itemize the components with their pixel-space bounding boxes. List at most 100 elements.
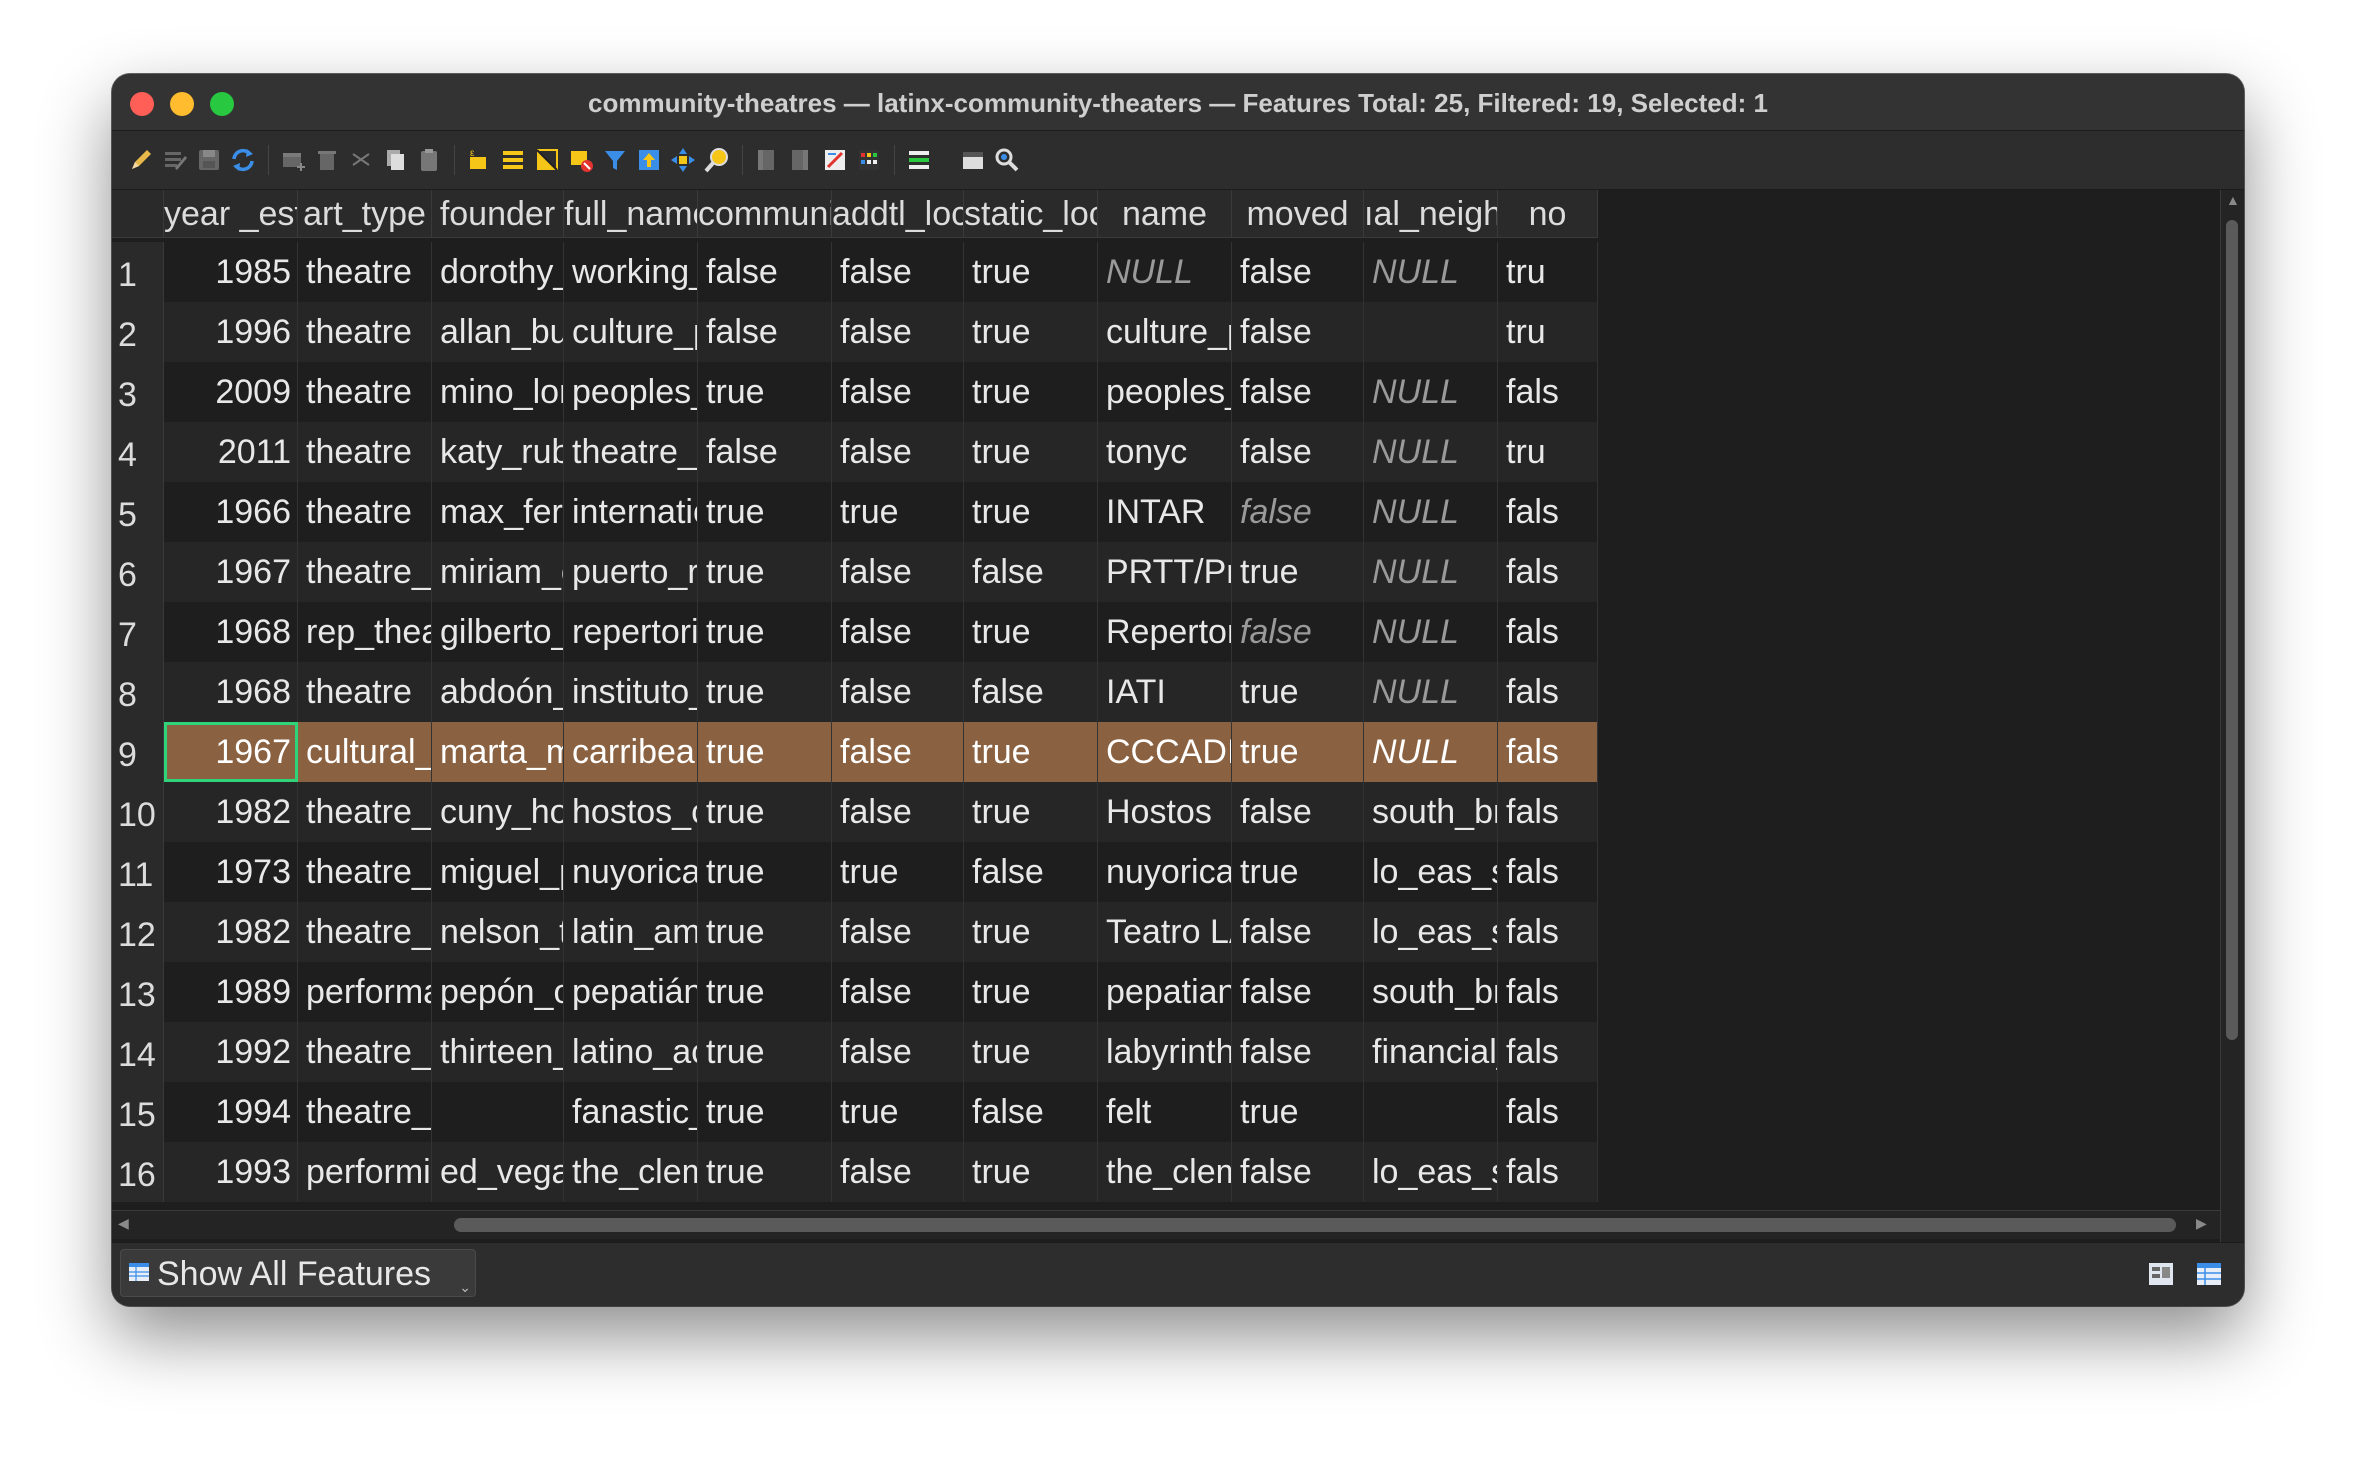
column-header[interactable]: name (1098, 190, 1232, 238)
table-cell-al-neighbor[interactable]: south_br... (1364, 782, 1498, 842)
table-cell-addtl-locs[interactable]: false (832, 302, 964, 362)
table-cell-al-neighbor[interactable]: NULL (1364, 602, 1498, 662)
row-number[interactable]: 7 (112, 602, 164, 662)
table-cell-moved[interactable]: true (1232, 842, 1364, 902)
table-cell-moved[interactable]: false (1232, 242, 1364, 302)
table-cell-no[interactable]: fals (1498, 482, 1598, 542)
row-number[interactable]: 16 (112, 1142, 164, 1202)
table-cell-year-est[interactable]: 2011 (164, 422, 298, 482)
table-cell-year-est[interactable]: 1992 (164, 1022, 298, 1082)
table-cell-moved[interactable]: true (1232, 662, 1364, 722)
dock-icon[interactable] (958, 145, 988, 175)
row-number[interactable]: 9 (112, 722, 164, 782)
table-cell-community[interactable]: false (698, 242, 832, 302)
table-cell-full-name[interactable]: peoples_... (564, 362, 698, 422)
table-cell-no[interactable]: fals (1498, 542, 1598, 602)
table-cell-moved[interactable]: true (1232, 722, 1364, 782)
table-cell-art-type[interactable]: theatre (298, 422, 432, 482)
table-cell-year-est[interactable]: 1985 (164, 242, 298, 302)
table-cell-no[interactable]: fals (1498, 1142, 1598, 1202)
row-number[interactable]: 2 (112, 302, 164, 362)
invert-selection-icon[interactable] (532, 145, 562, 175)
field-calculator-icon[interactable] (820, 145, 850, 175)
column-header[interactable]: year _est (164, 190, 298, 238)
table-cell-full-name[interactable]: theatre_o... (564, 422, 698, 482)
row-number[interactable]: 12 (112, 902, 164, 962)
table-cell-founder[interactable] (432, 1082, 564, 1142)
scroll-up-icon[interactable]: ▲ (2226, 192, 2240, 208)
table-cell-name[interactable]: Hostos (1098, 782, 1232, 842)
table-cell-static-loc[interactable]: true (964, 422, 1098, 482)
table-cell-founder[interactable]: max_ferrá (432, 482, 564, 542)
table-cell-moved[interactable]: false (1232, 1022, 1364, 1082)
table-cell-year-est[interactable]: 1968 (164, 602, 298, 662)
table-cell-al-neighbor[interactable]: NULL (1364, 482, 1498, 542)
scroll-left-icon[interactable]: ◀ (118, 1215, 129, 1232)
table-cell-art-type[interactable]: performa... (298, 962, 432, 1022)
table-cell-year-est[interactable]: 2009 (164, 362, 298, 422)
table-cell-founder[interactable]: gilberto_z... (432, 602, 564, 662)
table-cell-static-loc[interactable]: true (964, 1142, 1098, 1202)
table-cell-static-loc[interactable]: true (964, 782, 1098, 842)
table-cell-art-type[interactable]: theatre (298, 302, 432, 362)
table-cell-year-est[interactable]: 1982 (164, 782, 298, 842)
table-cell-al-neighbor[interactable]: NULL (1364, 242, 1498, 302)
row-number[interactable]: 8 (112, 662, 164, 722)
table-cell-name[interactable]: CCCADI (1098, 722, 1232, 782)
table-cell-full-name[interactable]: fanastic_... (564, 1082, 698, 1142)
table-cell-name[interactable]: PRTT/Pre... (1098, 542, 1232, 602)
table-cell-community[interactable]: true (698, 782, 832, 842)
table-cell-no[interactable]: tru (1498, 302, 1598, 362)
table-cell-static-loc[interactable]: true (964, 962, 1098, 1022)
table-cell-moved[interactable]: false (1232, 602, 1364, 662)
table-cell-name[interactable]: felt (1098, 1082, 1232, 1142)
vertical-scroll-thumb[interactable] (2226, 220, 2238, 1040)
table-cell-name[interactable]: labyrinth... (1098, 1022, 1232, 1082)
table-cell-no[interactable]: fals (1498, 722, 1598, 782)
cut-icon[interactable] (346, 145, 376, 175)
table-row[interactable]: 1992theatre_labthirteen_...latino_act...… (164, 1022, 1598, 1082)
deselect-all-icon[interactable] (566, 145, 596, 175)
table-cell-addtl-locs[interactable]: false (832, 362, 964, 422)
table-cell-name[interactable]: IATI (1098, 662, 1232, 722)
table-cell-community[interactable]: true (698, 1142, 832, 1202)
table-cell-addtl-locs[interactable]: false (832, 962, 964, 1022)
table-cell-full-name[interactable]: hostos_c... (564, 782, 698, 842)
table-row[interactable]: 1989performa...pepón_o...pepatián...true… (164, 962, 1598, 1022)
column-header[interactable]: static_loc (964, 190, 1098, 238)
table-cell-community[interactable]: true (698, 362, 832, 422)
table-cell-full-name[interactable]: pepatián... (564, 962, 698, 1022)
table-cell-full-name[interactable]: culture_p... (564, 302, 698, 362)
table-cell-al-neighbor[interactable]: NULL (1364, 362, 1498, 422)
horizontal-scrollbar[interactable]: ◀ ▶ (112, 1210, 2220, 1239)
table-cell-community[interactable]: true (698, 902, 832, 962)
table-cell-no[interactable]: fals (1498, 662, 1598, 722)
table-row[interactable]: 1967theatre_t...miriam_c...puerto_ri...t… (164, 542, 1598, 602)
table-cell-name[interactable]: Teatro LA... (1098, 902, 1232, 962)
table-cell-addtl-locs[interactable]: false (832, 422, 964, 482)
table-cell-founder[interactable]: katy_rubin (432, 422, 564, 482)
table-cell-community[interactable]: true (698, 602, 832, 662)
select-by-expression-icon[interactable]: ε (464, 145, 494, 175)
table-cell-al-neighbor[interactable] (1364, 1082, 1498, 1142)
table-cell-moved[interactable]: false (1232, 962, 1364, 1022)
table-cell-al-neighbor[interactable]: lo_eas_si (1364, 842, 1498, 902)
table-cell-al-neighbor[interactable]: lo_eas_si (1364, 902, 1498, 962)
table-cell-art-type[interactable]: theatre (298, 662, 432, 722)
table-cell-moved[interactable]: false (1232, 902, 1364, 962)
table-cell-year-est[interactable]: 1967 (164, 722, 298, 782)
add-feature-icon[interactable] (278, 145, 308, 175)
table-cell-no[interactable]: fals (1498, 962, 1598, 1022)
table-cell-year-est[interactable]: 1973 (164, 842, 298, 902)
table-row[interactable]: 2011theatrekaty_rubintheatre_o...falsefa… (164, 422, 1598, 482)
table-cell-addtl-locs[interactable]: false (832, 782, 964, 842)
table-cell-static-loc[interactable]: false (964, 1082, 1098, 1142)
form-view-button[interactable] (2146, 1259, 2176, 1289)
table-cell-addtl-locs[interactable]: false (832, 1142, 964, 1202)
column-header[interactable]: moved (1232, 190, 1364, 238)
table-cell-art-type[interactable]: theatre_p... (298, 842, 432, 902)
table-cell-full-name[interactable]: the_clem... (564, 1142, 698, 1202)
table-cell-community[interactable]: true (698, 662, 832, 722)
table-row[interactable]: 1968theatreabdoón_...instituto_...truefa… (164, 662, 1598, 722)
filter-dropdown[interactable]: Show All Features ⌄ (120, 1249, 476, 1297)
